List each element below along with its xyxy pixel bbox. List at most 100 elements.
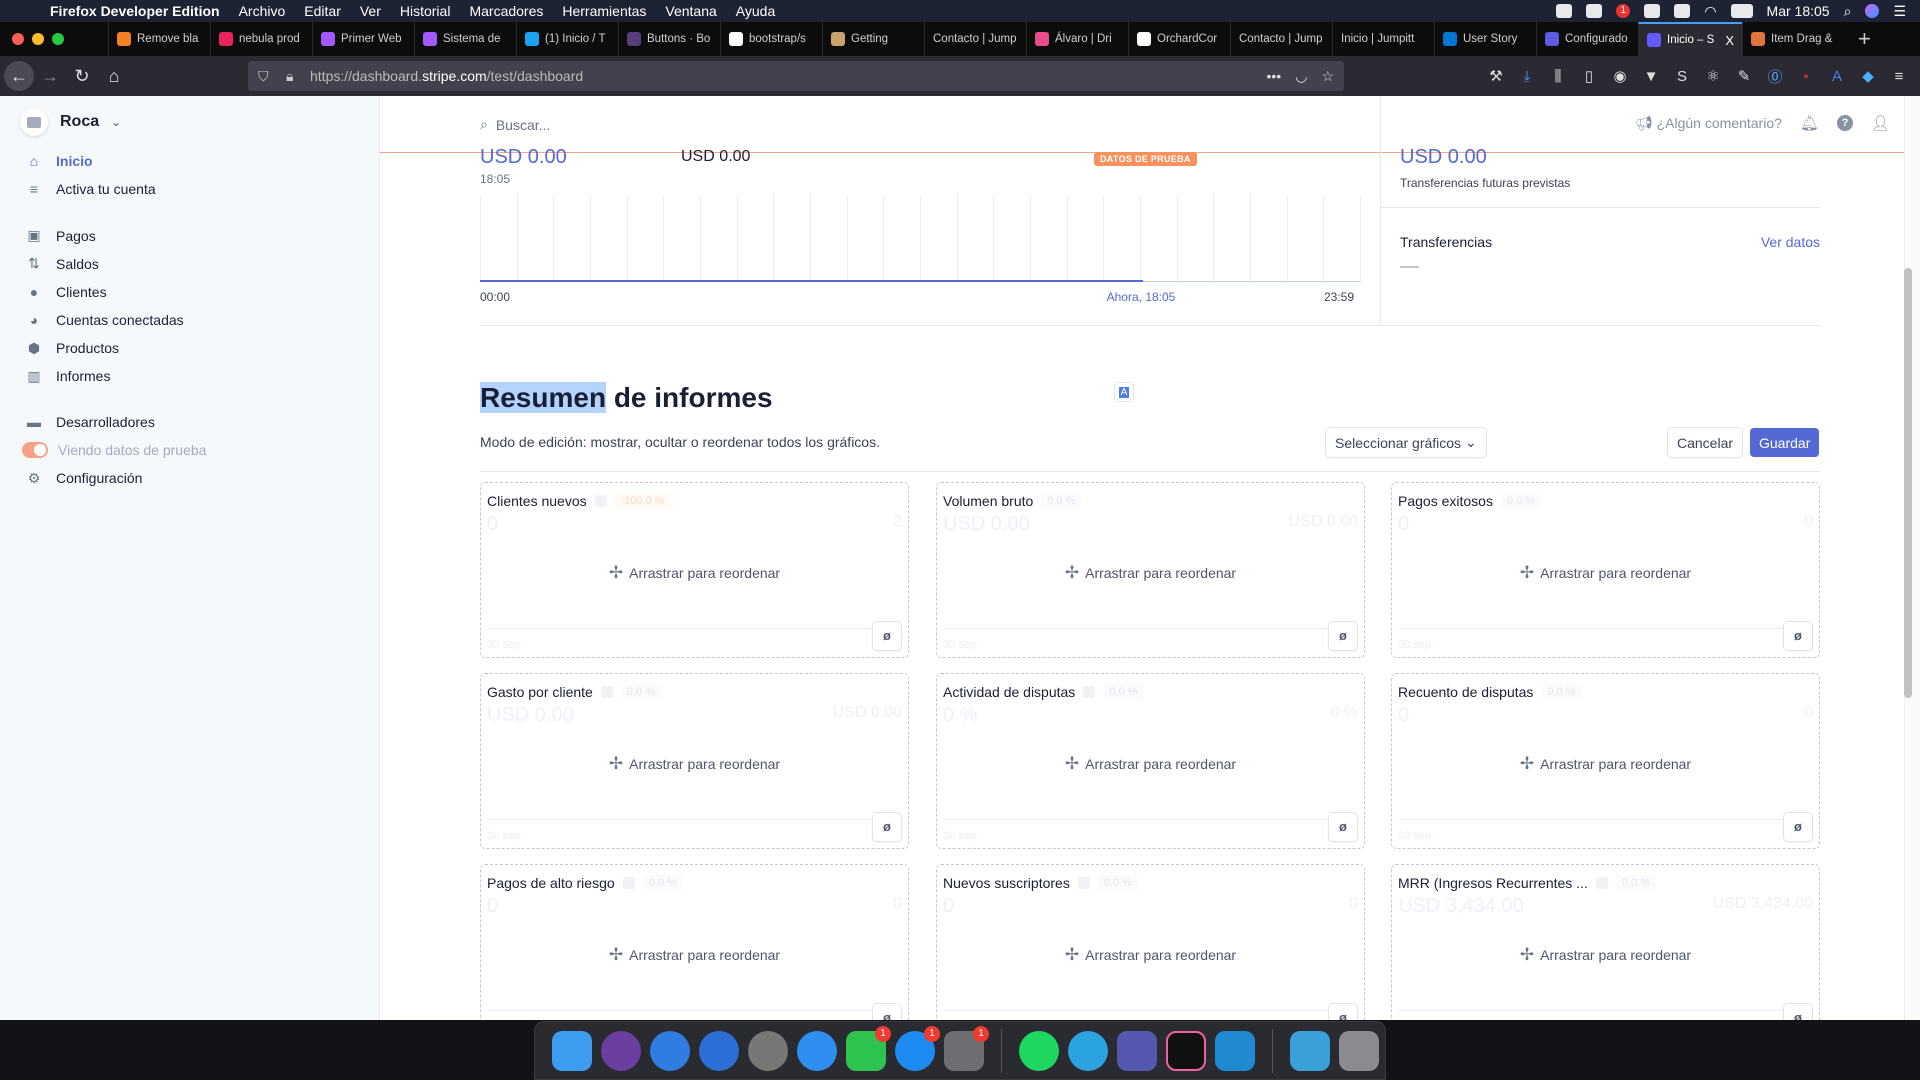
browser-tab[interactable]: User Story	[1434, 22, 1536, 56]
system-preferences-icon[interactable]: 1	[944, 1025, 989, 1071]
browser-tab[interactable]: OrchardCor	[1128, 22, 1230, 56]
library-icon[interactable]: ⫼	[1549, 68, 1567, 85]
tray-icon[interactable]	[1586, 4, 1603, 18]
sidebar-item-viendo-datos-de-prueba[interactable]: Viendo datos de prueba	[22, 441, 206, 458]
report-card[interactable]: Actividad de disputas 0.0 % 0 % 0 % ✢ Arrastr…	[936, 673, 1365, 849]
browser-tab[interactable]: Álvaro | Dri	[1026, 22, 1128, 56]
info-icon[interactable]	[600, 686, 613, 698]
hide-chart-button[interactable]: ø	[1784, 1004, 1812, 1020]
save-button[interactable]: Guardar	[1750, 428, 1820, 457]
menu-icon[interactable]: ≡	[1890, 68, 1908, 85]
new-tab-button[interactable]: +	[1846, 22, 1883, 56]
vscode-icon[interactable]	[1215, 1030, 1255, 1071]
hide-chart-button[interactable]: ø	[1784, 813, 1812, 841]
sidebar-icon[interactable]: ▯	[1580, 67, 1598, 85]
select-charts-dropdown[interactable]: Seleccionar gráficos ⌄	[1326, 428, 1486, 457]
facetime-icon[interactable]: 1	[846, 1025, 891, 1071]
gem-extension-icon[interactable]: ◆	[1859, 67, 1877, 85]
account-icon[interactable]: ◉	[1611, 67, 1629, 85]
test-mode-toggle[interactable]	[22, 441, 48, 458]
account-switcher[interactable]: Roca ⌄	[20, 108, 121, 136]
terminal-icon[interactable]	[1166, 1030, 1206, 1071]
tray-icon[interactable]	[1556, 4, 1573, 18]
browser-tab[interactable]: Inicio – S X	[1638, 22, 1742, 56]
close-window-button[interactable]	[12, 33, 24, 45]
menu-ventana[interactable]: Ventana	[665, 3, 716, 19]
sidebar-item-inicio[interactable]: ⌂ Inicio	[26, 153, 93, 169]
translate-icon[interactable]: A	[1114, 382, 1134, 402]
info-icon[interactable]	[1083, 686, 1096, 698]
back-button[interactable]: ←	[4, 61, 34, 91]
launchpad-icon[interactable]	[748, 1030, 788, 1071]
finder-icon[interactable]	[552, 1030, 592, 1071]
translate-icon[interactable]: A	[1828, 68, 1846, 85]
cors-extension-icon[interactable]: ▪	[1797, 68, 1815, 85]
info-icon[interactable]	[622, 877, 635, 889]
page-actions-icon[interactable]: •••	[1267, 68, 1282, 85]
safari-icon[interactable]	[797, 1030, 837, 1071]
drag-handle[interactable]: ✢ Arrastrar para reordenar	[1392, 563, 1819, 583]
telegram-icon[interactable]	[1068, 1030, 1108, 1071]
hide-chart-button[interactable]: ø	[1784, 622, 1812, 650]
menu-app-name[interactable]: Firefox Developer Edition	[50, 3, 220, 19]
hide-chart-button[interactable]: ø	[1329, 622, 1357, 650]
sidebar-item-clientes[interactable]: ● Clientes	[26, 284, 107, 300]
downloads-folder-icon[interactable]	[1290, 1030, 1330, 1071]
forward-button[interactable]: →	[34, 66, 66, 87]
wifi-icon[interactable]: ◠	[1704, 3, 1716, 20]
browser-tab[interactable]: Inicio | Jumpitt	[1332, 22, 1434, 56]
browser-tab[interactable]: Configurado	[1536, 22, 1638, 56]
wrench-icon[interactable]: ⚒	[1487, 67, 1505, 85]
spotify-icon[interactable]	[1019, 1030, 1059, 1071]
sidebar-item-activa-tu-cuenta[interactable]: ≡ Activa tu cuenta	[26, 181, 156, 197]
browser-tab[interactable]: Item Drag &	[1742, 22, 1846, 56]
color-picker-icon[interactable]: ✎	[1735, 67, 1753, 85]
downloads-icon[interactable]: ⤓	[1518, 68, 1536, 85]
report-card[interactable]: MRR (Ingresos Recurrentes ... 0.0 % USD 3,…	[1391, 864, 1820, 1020]
browser-tab[interactable]: nebula prod	[210, 22, 312, 56]
menu-historial[interactable]: Historial	[400, 3, 451, 19]
vue-devtools-icon[interactable]: ▼	[1642, 68, 1660, 85]
browser-tab[interactable]: bootstrap/s	[720, 22, 822, 56]
page-scrollbar[interactable]	[1904, 268, 1912, 698]
maximize-window-button[interactable]	[52, 33, 64, 45]
feedback-link[interactable]: 📢︎ ¿Algún comentario?	[1635, 115, 1782, 132]
drag-handle[interactable]: ✢ Arrastrar para reordenar	[481, 945, 908, 965]
hide-chart-button[interactable]: ø	[873, 1004, 901, 1020]
menu-marcadores[interactable]: Marcadores	[469, 3, 543, 19]
battery-icon[interactable]	[1730, 4, 1753, 18]
info-icon[interactable]	[1077, 877, 1090, 889]
hide-chart-button[interactable]: ø	[873, 813, 901, 841]
tray-icon[interactable]	[1644, 4, 1661, 18]
menu-ver[interactable]: Ver	[360, 3, 381, 19]
bookmark-star-icon[interactable]: ☆	[1321, 68, 1334, 85]
sidebar-item-saldos[interactable]: ⇅ Saldos	[26, 255, 99, 272]
help-icon[interactable]: ?	[1836, 115, 1853, 131]
sidebar-item-configuraci-n[interactable]: ⚙ Configuración	[26, 470, 143, 487]
drag-handle[interactable]: ✢ Arrastrar para reordenar	[481, 563, 908, 583]
report-card[interactable]: Clientes nuevos -100.0 % 0 2 ✢ Arrastrar para…	[480, 482, 909, 658]
info-icon[interactable]	[1595, 877, 1608, 889]
search-input[interactable]: ⌕ Buscar...	[480, 116, 550, 133]
report-card[interactable]: Recuento de disputas 0.0 % 0 0 ✢ Arrastrar pa…	[1391, 673, 1820, 849]
browser-tab[interactable]: Remove bla	[108, 22, 210, 56]
spark-icon[interactable]	[650, 1030, 690, 1071]
sidebar-item-informes[interactable]: ▥ Informes	[26, 368, 110, 385]
lock-icon[interactable]: 🔒︎	[286, 68, 293, 85]
control-center-icon[interactable]: ☰	[1893, 3, 1906, 20]
drag-handle[interactable]: ✢ Arrastrar para reordenar	[937, 563, 1364, 583]
view-data-link[interactable]: Ver datos	[1761, 234, 1820, 250]
onepassword-icon[interactable]: ⓪	[1766, 66, 1784, 87]
browser-tab[interactable]: (1) Inicio / T	[516, 22, 618, 56]
report-card[interactable]: Volumen bruto 0.0 % USD 0.00 USD 0.00 ✢ Arras…	[936, 482, 1365, 658]
hide-chart-button[interactable]: ø	[1329, 1004, 1357, 1020]
drag-handle[interactable]: ✢ Arrastrar para reordenar	[481, 754, 908, 774]
stripe-extension-icon[interactable]: S	[1673, 68, 1691, 85]
dropbox-icon[interactable]	[1674, 4, 1691, 18]
minimize-window-button[interactable]	[32, 33, 44, 45]
drag-handle[interactable]: ✢ Arrastrar para reordenar	[937, 754, 1364, 774]
browser-tab[interactable]: Primer Web	[312, 22, 414, 56]
menu-editar[interactable]: Editar	[304, 3, 341, 19]
tracking-shield-icon[interactable]: ⛉	[258, 68, 269, 85]
report-card[interactable]: Nuevos suscriptores 0.0 % 0 0 ✢ Arrastrar par…	[936, 864, 1365, 1020]
